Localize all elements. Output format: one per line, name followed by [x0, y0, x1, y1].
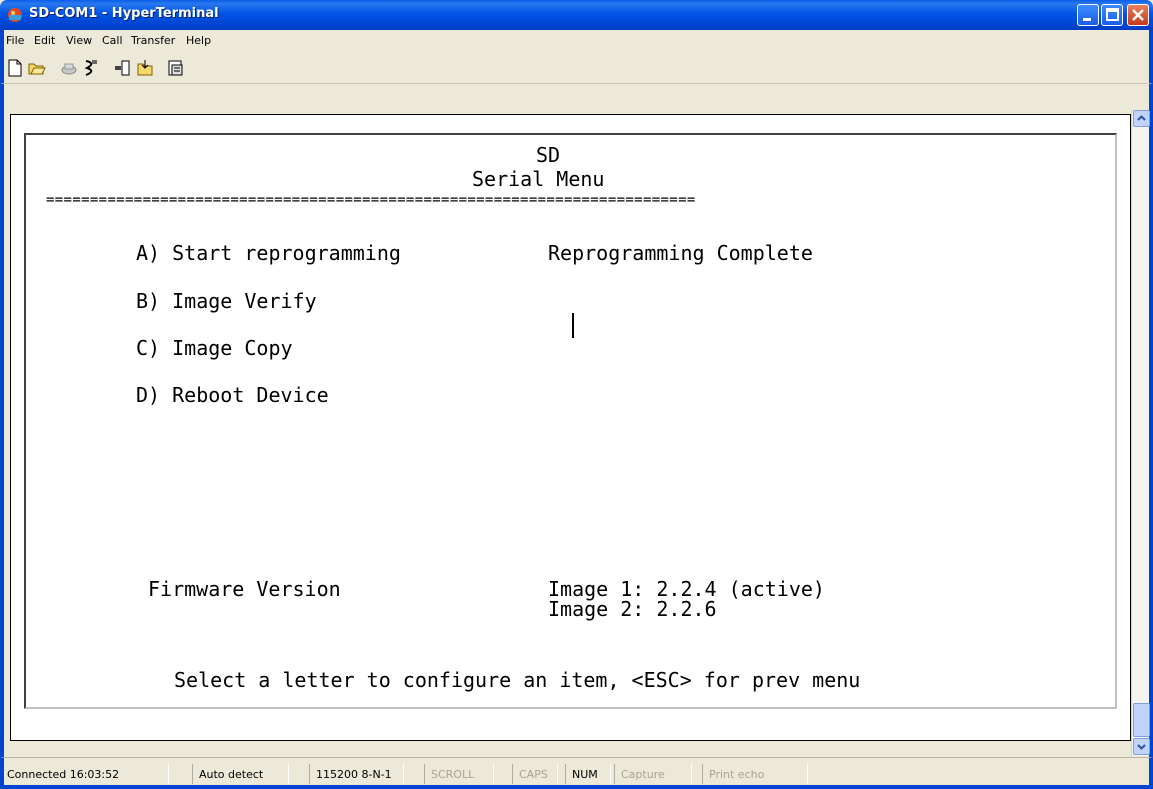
maximize-button[interactable]: [1101, 4, 1123, 26]
option-reboot-device: D) Reboot Device: [136, 383, 329, 407]
header-subtitle: Serial Menu: [472, 167, 605, 191]
connect-icon[interactable]: [60, 59, 78, 77]
menu-view[interactable]: View: [66, 34, 92, 47]
status-connected: Connected 16:03:52: [1, 764, 169, 784]
image2-version: Image 2: 2.2.6: [548, 597, 717, 621]
status-bar: Connected 16:03:52 Auto detect 115200 8-…: [0, 757, 1153, 789]
header-rule: ========================================…: [46, 192, 696, 208]
scroll-up-button[interactable]: [1133, 110, 1150, 127]
terminal-screen[interactable]: SD Serial Menu =========================…: [10, 114, 1131, 741]
toolbar: [0, 52, 1153, 84]
scroll-down-button[interactable]: [1133, 738, 1150, 755]
chevron-up-icon: [1137, 115, 1146, 121]
maximize-icon: [1106, 8, 1119, 21]
close-button[interactable]: [1127, 4, 1149, 26]
prompt-line: Select a letter to configure an item, <E…: [174, 668, 861, 692]
disconnect-icon[interactable]: [82, 59, 100, 77]
status-port: 115200 8-N-1: [309, 764, 404, 784]
option-image-verify: B) Image Verify: [136, 289, 317, 313]
terminal-frame: SD Serial Menu =========================…: [24, 133, 1117, 709]
status-num: NUM: [565, 764, 611, 784]
status-message: Reprogramming Complete: [548, 241, 813, 265]
status-print-echo: Print echo: [702, 764, 808, 784]
send-icon[interactable]: [114, 59, 132, 77]
title-bar: SD-COM1 - HyperTerminal: [0, 0, 1153, 30]
minimize-icon: [1083, 18, 1091, 21]
terminal-area: SD Serial Menu =========================…: [0, 84, 1153, 757]
vertical-scrollbar[interactable]: [1131, 110, 1150, 756]
status-detect: Auto detect: [192, 764, 289, 784]
menu-transfer[interactable]: Transfer: [131, 34, 175, 47]
chevron-down-icon: [1137, 744, 1146, 750]
header-title: SD: [536, 143, 561, 167]
menu-call[interactable]: Call: [102, 34, 123, 47]
firmware-label: Firmware Version: [148, 577, 341, 601]
window-title: SD-COM1 - HyperTerminal: [29, 6, 219, 21]
hyperterminal-icon: [8, 8, 22, 22]
status-capture: Capture: [614, 764, 692, 784]
menu-bar: File Edit View Call Transfer Help: [0, 30, 1153, 52]
option-start-reprogramming: A) Start reprogramming: [136, 241, 401, 265]
new-icon[interactable]: [6, 59, 24, 77]
menu-file[interactable]: File: [6, 34, 24, 47]
open-icon[interactable]: [28, 59, 46, 77]
option-image-copy: C) Image Copy: [136, 336, 293, 360]
menu-help[interactable]: Help: [186, 34, 211, 47]
scroll-thumb[interactable]: [1133, 703, 1150, 737]
text-cursor: [572, 313, 574, 338]
minimize-button[interactable]: [1077, 4, 1099, 26]
close-icon: [1132, 9, 1144, 21]
status-scroll: SCROLL: [424, 764, 494, 784]
receive-icon[interactable]: [136, 59, 154, 77]
image1-version: Image 1: 2.2.4 (active): [548, 577, 825, 601]
properties-icon[interactable]: [167, 59, 185, 77]
menu-edit[interactable]: Edit: [34, 34, 55, 47]
status-caps: CAPS: [512, 764, 558, 784]
